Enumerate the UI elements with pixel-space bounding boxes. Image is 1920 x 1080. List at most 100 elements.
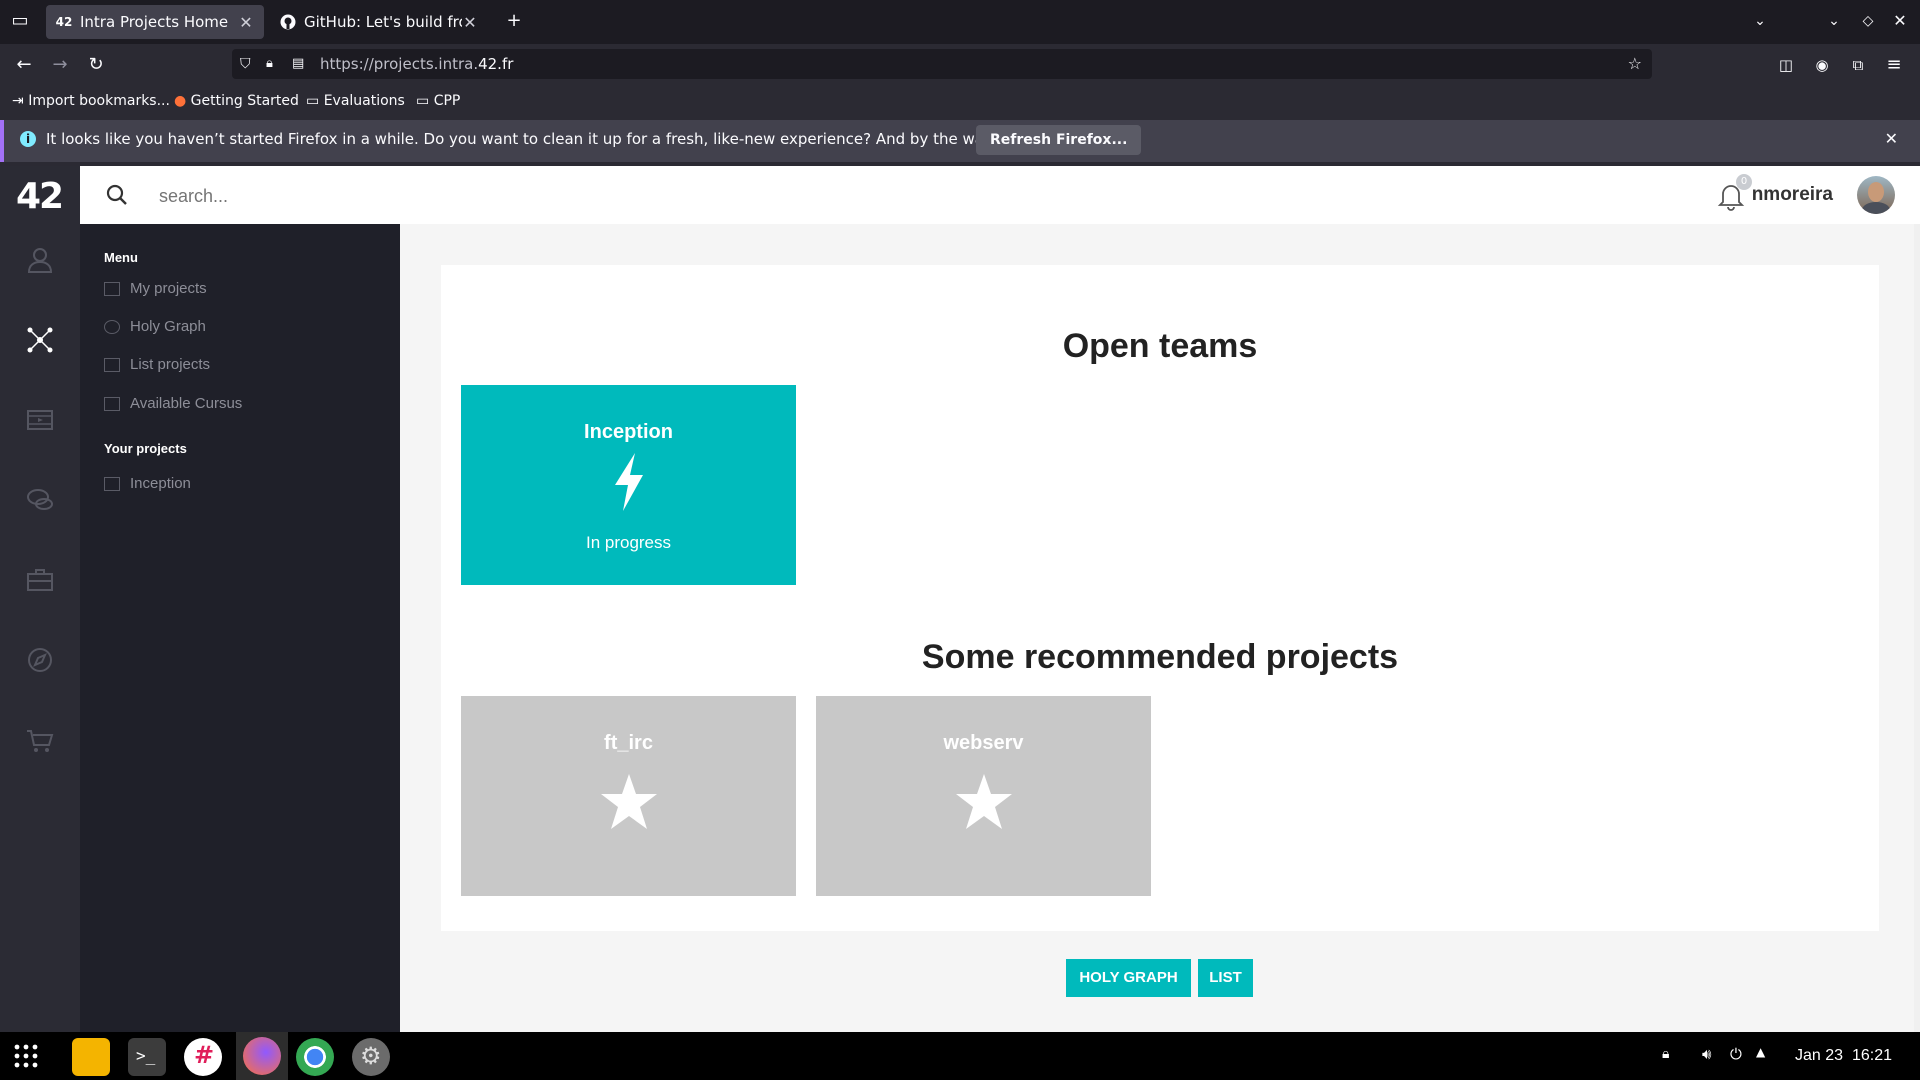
- new-tab-icon[interactable]: +: [500, 8, 528, 34]
- folder-icon: ▭: [306, 93, 324, 109]
- account-icon[interactable]: ◉: [1808, 52, 1836, 78]
- tab-title: GitHub: Let's build from h: [304, 13, 462, 31]
- list-icon: [104, 357, 120, 372]
- web-page: 42 0 nmoreira Menu My projects Holy Grap…: [0, 166, 1920, 1032]
- menu-item-available-cursus[interactable]: Available Cursus: [104, 395, 242, 412]
- bookmark-import[interactable]: ⇥ Import bookmarks...: [12, 90, 170, 112]
- bookmarks-toolbar: ⇥ Import bookmarks... ● Getting Started …: [0, 86, 1920, 116]
- shield-icon[interactable]: ⛉: [240, 49, 251, 79]
- extensions-icon[interactable]: ⧉: [1844, 52, 1872, 78]
- recommended-project-name: webserv: [943, 732, 1024, 754]
- left-icon-rail: 42: [0, 166, 80, 1032]
- menu-item-inception[interactable]: Inception: [104, 475, 191, 492]
- github-favicon-icon: [280, 14, 296, 30]
- lock-status-icon[interactable]: 🔒︎: [1662, 1046, 1669, 1062]
- permissions-icon[interactable]: ▤: [292, 49, 304, 79]
- files-app-icon[interactable]: [72, 1038, 110, 1076]
- tab-title: Intra Projects Home: [80, 13, 229, 31]
- recommended-project-name: ft_irc: [604, 732, 653, 754]
- tab-github[interactable]: GitHub: Let's build from h ✕: [270, 5, 488, 39]
- compass-icon[interactable]: [24, 644, 56, 676]
- recommended-card-ft-irc[interactable]: ft_irc: [461, 696, 796, 896]
- firefox-refresh-notice: i It looks like you haven’t started Fire…: [0, 120, 1920, 162]
- info-icon: i: [20, 131, 36, 147]
- chrome-app-icon[interactable]: [296, 1038, 334, 1076]
- address-bar[interactable]: ⛉ 🔒︎ ▤ https://projects.intra.42.fr ☆: [232, 49, 1652, 79]
- list-button[interactable]: LIST: [1198, 959, 1253, 997]
- app-menu-icon[interactable]: ≡: [1880, 52, 1908, 78]
- your-projects-heading: Your projects: [104, 441, 187, 456]
- browser-tab-bar: ▭ 42 Intra Projects Home ✕ GitHub: Let's…: [0, 0, 1920, 44]
- 42-favicon-icon: 42: [55, 15, 73, 29]
- forward-icon[interactable]: →: [46, 52, 74, 78]
- username[interactable]: nmoreira: [1752, 166, 1833, 224]
- close-window-icon[interactable]: ✕: [1886, 8, 1914, 34]
- recommended-card-webserv[interactable]: webserv: [816, 696, 1151, 896]
- app-grid-icon[interactable]: [14, 1044, 38, 1068]
- close-notice-icon[interactable]: ✕: [1885, 120, 1898, 158]
- refresh-firefox-button[interactable]: Refresh Firefox...: [976, 125, 1142, 155]
- terminal-app-icon[interactable]: >_: [128, 1038, 166, 1076]
- open-teams-title: Open teams: [1062, 327, 1258, 365]
- recommended-projects-title: Some recommended projects: [921, 638, 1399, 676]
- menu-item-my-projects[interactable]: My projects: [104, 280, 207, 297]
- firefox-active-slot: [236, 1032, 288, 1080]
- menu-heading: Menu: [104, 250, 138, 265]
- pocket-icon[interactable]: ◫: [1772, 52, 1800, 78]
- tray-expand-icon[interactable]: ▲: [1756, 1045, 1765, 1059]
- holy-graph-icon[interactable]: [24, 324, 56, 356]
- lock-icon[interactable]: 🔒︎: [266, 49, 273, 79]
- tab-intra-projects[interactable]: 42 Intra Projects Home ✕: [46, 5, 264, 39]
- list-all-tabs-icon[interactable]: ⌄: [1746, 8, 1774, 34]
- bookmark-star-icon[interactable]: ☆: [1628, 49, 1642, 79]
- elearning-icon[interactable]: [24, 404, 56, 436]
- bookmark-evaluations[interactable]: ▭ Evaluations: [306, 90, 405, 112]
- team-project-name: Inception: [584, 421, 673, 443]
- briefcase-icon: [104, 281, 120, 296]
- bookmark-getting-started[interactable]: ● Getting Started: [174, 90, 299, 112]
- side-menu: Menu My projects Holy Graph List project…: [80, 224, 400, 1032]
- minimize-icon[interactable]: ⌄: [1820, 8, 1848, 34]
- briefcase-icon: [104, 476, 120, 491]
- settings-app-icon[interactable]: ⚙: [352, 1038, 390, 1076]
- star-icon: [600, 774, 657, 829]
- shop-cart-icon[interactable]: [24, 724, 56, 756]
- 42-logo[interactable]: 42: [16, 176, 64, 217]
- search-icon[interactable]: [106, 184, 128, 206]
- close-tab-icon[interactable]: ✕: [238, 13, 254, 32]
- open-team-card-inception[interactable]: Inception In progress: [461, 385, 796, 585]
- forum-icon[interactable]: [24, 484, 56, 516]
- companies-icon[interactable]: [24, 564, 56, 596]
- list-icon: [104, 396, 120, 411]
- maximize-icon[interactable]: ◇: [1854, 8, 1882, 34]
- notice-text: It looks like you haven’t started Firefo…: [46, 130, 1116, 148]
- firefox-icon: ●: [174, 93, 191, 109]
- slack-app-icon[interactable]: #: [184, 1038, 222, 1076]
- folder-icon: ▭: [416, 93, 434, 109]
- import-icon: ⇥: [12, 93, 29, 109]
- reload-icon[interactable]: ↻: [82, 52, 110, 78]
- search-input[interactable]: [157, 178, 561, 214]
- bookmark-cpp[interactable]: ▭ CPP: [416, 90, 460, 112]
- power-icon[interactable]: ⏻: [1730, 1045, 1742, 1063]
- team-status: In progress: [585, 533, 672, 552]
- menu-item-holy-graph[interactable]: Holy Graph: [104, 318, 206, 335]
- back-icon[interactable]: ←: [10, 52, 38, 78]
- avatar[interactable]: [1857, 176, 1895, 214]
- volume-icon[interactable]: 🔊︎: [1702, 1045, 1711, 1063]
- notification-count-badge: 0: [1736, 174, 1752, 190]
- url-text: https://projects.intra.42.fr: [320, 55, 514, 73]
- lightning-icon: [614, 453, 643, 511]
- menu-item-list-projects[interactable]: List projects: [104, 356, 210, 373]
- page-scrollbar[interactable]: [1914, 224, 1920, 1032]
- firefox-app-icon[interactable]: [243, 1037, 281, 1075]
- main-content-panel: Open teams Inception In progress Some re…: [441, 265, 1879, 931]
- graph-icon: [104, 319, 120, 334]
- tab-list-icon[interactable]: ▭: [6, 8, 34, 34]
- holy-graph-button[interactable]: HOLY GRAPH: [1066, 959, 1191, 997]
- system-clock[interactable]: Jan 23 16:21: [1795, 1032, 1892, 1080]
- top-header: 0 nmoreira: [80, 166, 1920, 224]
- close-tab-icon[interactable]: ✕: [462, 13, 478, 32]
- profile-icon[interactable]: [24, 244, 56, 276]
- star-icon: [955, 774, 1012, 829]
